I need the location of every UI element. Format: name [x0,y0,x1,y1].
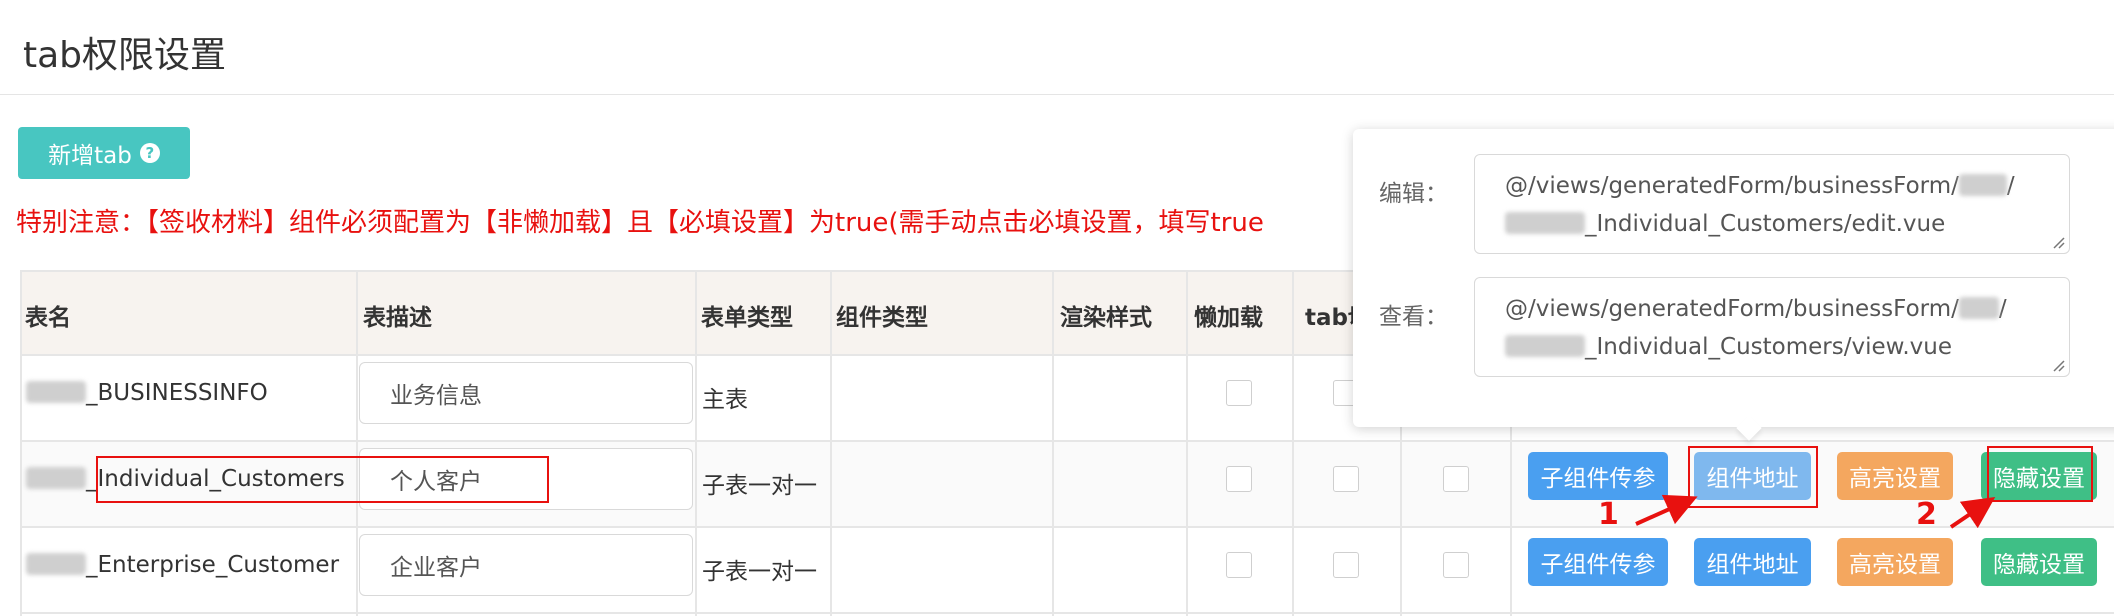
resize-handle-icon[interactable] [2051,358,2065,372]
resize-handle-icon[interactable] [2051,235,2065,249]
redacted-text [1958,174,2007,196]
redacted-text [1505,335,1585,357]
redacted-text [1505,212,1585,234]
arrow-1-icon [1635,494,1698,526]
edit-label: 编辑： [1379,181,1448,207]
view-path-textarea[interactable]: @/views/generatedForm/businessForm// _In… [1474,277,2070,377]
component-address-popover: 编辑： @/views/generatedForm/businessForm//… [1353,129,2114,427]
edit-path-textarea[interactable]: @/views/generatedForm/businessForm// _In… [1474,154,2070,254]
view-label: 查看： [1379,304,1448,330]
arrow-2-icon [1949,497,1996,529]
redacted-text [1958,297,1999,319]
